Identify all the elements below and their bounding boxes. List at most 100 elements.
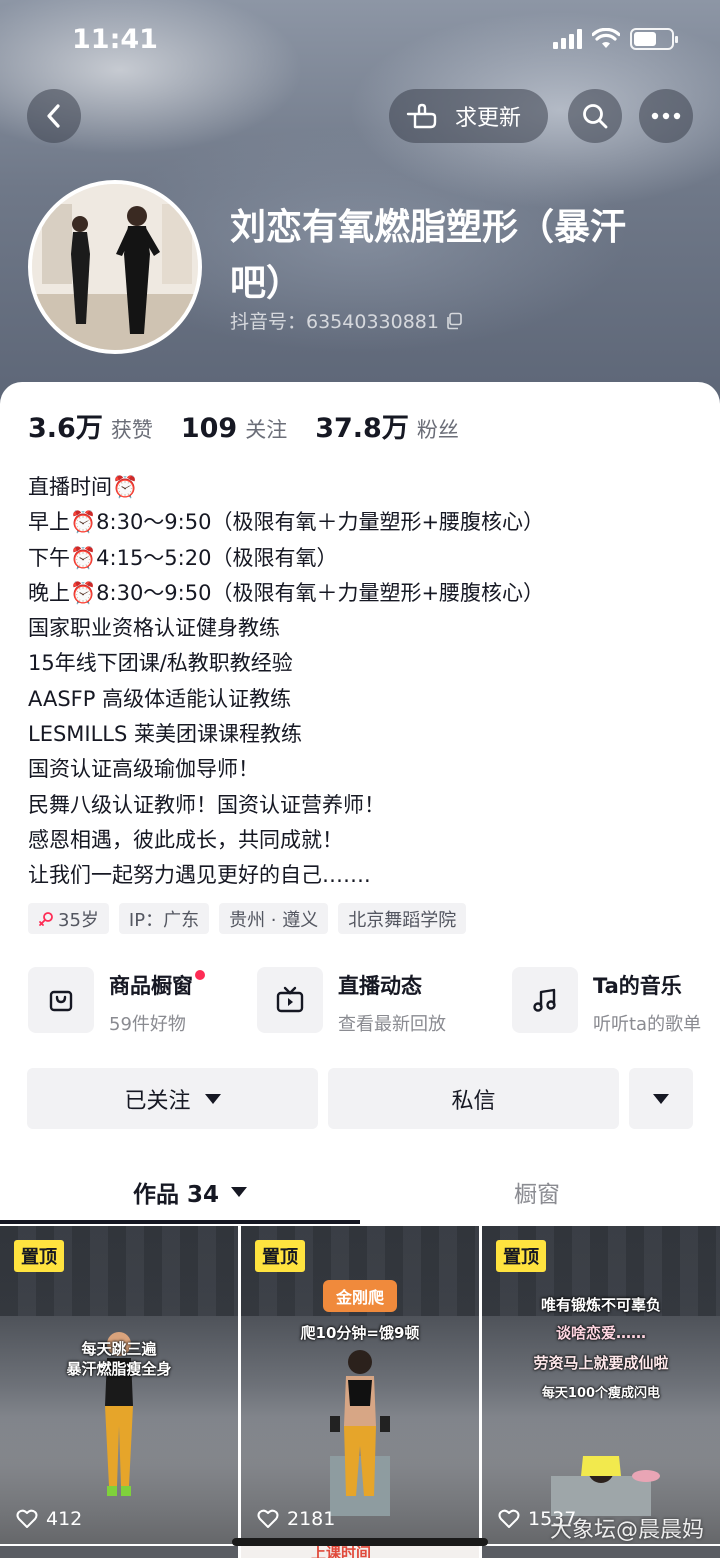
following-label: 已关注 [124,1088,191,1114]
feature-title: 直播动态 [338,974,422,998]
following-button[interactable]: 已关注 [27,1068,318,1129]
video-tile[interactable]: 金刚爬 爬10分钟=饿9顿 置顶 2181 [241,1226,479,1544]
video-caption: 爬10分钟=饿9顿 [300,1324,420,1342]
profile-stats: 3.6万 获赞 109 关注 37.8万 粉丝 [28,406,459,445]
status-icons [553,28,678,50]
stat-following[interactable]: 109 关注 [181,413,287,444]
video-likes-count: 2181 [287,1508,336,1530]
music-note-icon [533,988,556,1012]
request-update-label: 求更新 [455,106,522,131]
bio-line: 感恩相遇，彼此成长，共同成就！ [28,827,343,852]
video-caption: 每天100个瘦成闪电 [541,1386,661,1401]
feature-text: 商品橱窗 59件好物 [109,967,205,1036]
next-row-tile-peek[interactable] [482,1546,720,1558]
video-grid: 每天跳三遍 暴汗燃脂瘦全身 置顶 412 金刚爬 爬10分钟=饿9顿 置顶 21… [0,1226,720,1558]
more-options-button[interactable] [639,89,693,143]
video-caption: 每天跳三遍 [81,1340,157,1358]
tag-age: 35岁 [28,903,109,934]
video-caption: 金刚爬 [323,1280,397,1312]
douyin-id[interactable]: 抖音号：63540330881 [230,307,463,334]
avatar-image [32,184,198,350]
bio-line: 下午⏰4:15～5:20（极限有氧） [28,545,338,570]
bio-line: 国资认证高级瑜伽导师！ [28,757,259,782]
feature-title: Ta的音乐 [593,974,682,998]
avatar[interactable] [28,180,202,354]
video-tile[interactable]: 唯有锻炼不可辜负 谈啥恋爱…… 劳资马上就要成仙啦 每天100个瘦成闪电 置顶 … [482,1226,720,1544]
tv-icon [276,986,304,1013]
video-thumbnail-person [330,1350,390,1516]
video-tile[interactable]: 每天跳三遍 暴汗燃脂瘦全身 置顶 412 [0,1226,238,1544]
feature-subtitle: 查看最新回放 [338,1014,446,1035]
status-time: 11:41 [72,24,158,55]
video-caption: 唯有锻炼不可辜负 [540,1296,661,1314]
bio-line: 晚上⏰8:30～9:50（极限有氧＋力量塑形+腰腹核心） [28,580,545,605]
heart-icon [16,1509,38,1528]
stat-following-label: 关注 [245,418,288,442]
feature-text: 直播动态 查看最新回放 [338,967,446,1036]
bio-line: LESMILLS 莱美团课课程教练 [28,722,303,747]
tab-active-indicator [0,1220,360,1224]
feature-icon-box [512,967,578,1033]
video-caption: 谈啥恋爱…… [555,1324,646,1342]
feature-live-updates[interactable]: 直播动态 查看最新回放 [257,967,446,1037]
stat-likes-label: 获赞 [110,418,153,442]
home-indicator [232,1538,488,1546]
tag-school: 北京舞蹈学院 [338,903,467,934]
video-caption: 暴汗燃脂瘦全身 [66,1360,172,1378]
next-row-tile-peek[interactable]: 上课时间 [241,1546,479,1558]
chevron-left-icon [47,104,60,128]
next-row-tile-peek[interactable] [0,1546,238,1558]
battery-icon [630,28,678,50]
tab-works[interactable]: 作品 34 [133,1172,248,1212]
stat-following-value: 109 [180,413,238,444]
pointing-hand-icon [406,103,437,129]
tab-works-label: 作品 34 [133,1182,220,1208]
expand-recommendations-button[interactable] [629,1068,693,1129]
tag-school-label: 北京舞蹈学院 [348,909,457,931]
profile-bio: 直播时间⏰ 早上⏰8:30～9:50（极限有氧＋力量塑形+腰腹核心） 下午⏰4:… [28,470,708,894]
caret-down-icon [204,1093,221,1104]
back-button[interactable] [27,89,81,143]
request-update-button[interactable]: 求更新 [389,89,548,143]
tag-ip-label: IP：广东 [128,909,200,931]
tag-age-label: 35岁 [58,909,99,931]
video-thumbnail-person [551,1456,660,1516]
feature-entries: 商品橱窗 59件好物 直播动态 查看最新回放 Ta的音乐 听听ta的歌单 [28,967,720,1037]
video-likes: 2181 [257,1508,335,1530]
bio-line: 让我们一起努力遇见更好的自己……. [28,863,371,888]
video-likes-count: 412 [46,1508,83,1530]
content-tabs: 作品 34 橱窗 [0,1160,720,1226]
feature-title: 商品橱窗 [109,970,205,1000]
female-icon [39,911,53,926]
caret-down-icon [653,1093,669,1104]
feature-title-text: 商品橱窗 [109,974,193,998]
feature-music[interactable]: Ta的音乐 听听ta的歌单 [512,967,701,1037]
stat-followers-label: 粉丝 [416,418,459,442]
video-likes: 412 [16,1508,82,1530]
stat-followers[interactable]: 37.8万 粉丝 [315,406,459,445]
feature-icon-box [257,967,323,1033]
stat-likes: 3.6万 获赞 [28,406,153,445]
douyin-id-text: 抖音号：63540330881 [230,311,439,333]
new-badge-dot [195,970,205,980]
heart-icon [257,1509,279,1528]
bio-line: 直播时间⏰ [28,475,139,499]
bio-line: 早上⏰8:30～9:50（极限有氧＋力量塑形+腰腹核心） [28,510,545,535]
feature-product-showcase[interactable]: 商品橱窗 59件好物 [28,967,205,1037]
tab-showcase[interactable]: 橱窗 [514,1172,560,1212]
message-button[interactable]: 私信 [328,1068,619,1129]
copy-icon[interactable] [445,312,463,330]
tag-location-label: 贵州 · 遵义 [229,909,319,931]
wifi-icon [592,28,620,48]
feature-text: Ta的音乐 听听ta的歌单 [593,967,701,1036]
pinned-badge: 置顶 [255,1240,305,1272]
profile-tags: 35岁 IP：广东 贵州 · 遵义 北京舞蹈学院 [28,903,467,934]
more-dots-icon [651,112,681,120]
tag-location: 贵州 · 遵义 [219,903,329,934]
tag-ip: IP：广东 [118,903,210,934]
heart-icon [498,1509,520,1528]
status-bar: 11:41 [0,0,720,80]
caret-down-icon [231,1187,248,1197]
search-button[interactable] [568,89,622,143]
shopping-bag-icon [49,990,73,1012]
